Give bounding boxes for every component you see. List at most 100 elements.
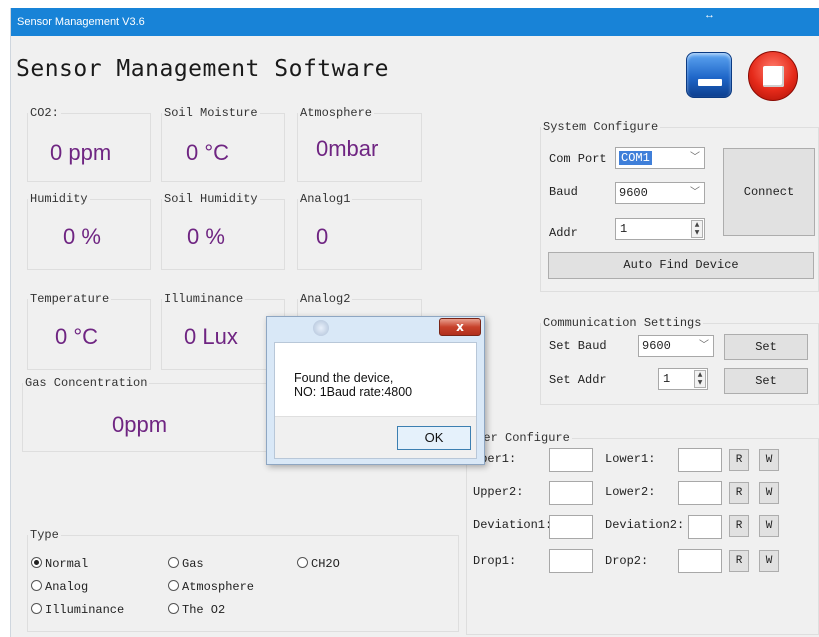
set-addr-button[interactable]: Set <box>724 368 808 394</box>
radio-unchecked-icon <box>31 580 42 591</box>
communication-settings-title: Communication Settings <box>543 316 702 330</box>
read-button-2[interactable]: R <box>729 482 749 504</box>
close-button[interactable] <box>748 51 798 101</box>
auto-find-device-button[interactable]: Auto Find Device <box>548 252 814 279</box>
gas-value: 0ppm <box>112 412 168 437</box>
radio-unchecked-icon <box>297 557 308 568</box>
message-dialog: x Found the device, NO: 1Baud rate:4800 … <box>266 316 485 465</box>
humidity-value: 0 % <box>63 224 101 249</box>
addr-stepper[interactable]: 1 ▲ ▼ <box>615 218 705 240</box>
com-port-label: Com Port <box>549 152 607 166</box>
set-baud-button[interactable]: Set <box>724 334 808 360</box>
dialog-footer: OK <box>275 416 476 458</box>
write-button-1[interactable]: W <box>759 449 779 471</box>
read-button-3[interactable]: R <box>729 515 749 537</box>
illuminance-value: 0 Lux <box>184 324 238 349</box>
system-configure-title: System Configure <box>543 120 659 134</box>
radio-illuminance[interactable]: Illuminance <box>31 603 124 617</box>
deviation2-input[interactable] <box>688 515 722 539</box>
radio-ch2o[interactable]: CH2O <box>297 557 340 571</box>
title-bar: Sensor Management V3.6 ↔ <box>11 8 819 36</box>
atmosphere-label: Atmosphere <box>300 106 373 120</box>
drop1-input[interactable] <box>549 549 593 573</box>
app-title: Sensor Management Software <box>16 56 390 82</box>
radio-unchecked-icon <box>168 580 179 591</box>
dialog-body: Found the device, NO: 1Baud rate:4800 OK <box>274 342 477 459</box>
soil-moisture-label: Soil Moisture <box>164 106 258 120</box>
com-port-value: COM1 <box>619 151 652 165</box>
radio-the-o2-label: The O2 <box>182 603 226 617</box>
com-port-select[interactable]: COM1 ﹀ <box>615 147 705 169</box>
upper2-input[interactable] <box>549 481 593 505</box>
radio-gas[interactable]: Gas <box>168 557 204 571</box>
humidity-label: Humidity <box>30 192 88 206</box>
soil-humidity-value: 0 % <box>187 224 225 249</box>
write-button-3[interactable]: W <box>759 515 779 537</box>
radio-analog[interactable]: Analog <box>31 580 88 594</box>
dialog-message-line1: Found the device, <box>294 371 394 385</box>
baud-value: 9600 <box>619 186 648 200</box>
addr-label: Addr <box>549 226 578 240</box>
radio-atmosphere[interactable]: Atmosphere <box>168 580 254 594</box>
deviation1-label: Deviation1: <box>473 518 553 532</box>
baud-select[interactable]: 9600 ﹀ <box>615 182 705 204</box>
dialog-app-icon <box>313 320 329 336</box>
chevron-down-icon: ﹀ <box>699 340 709 351</box>
radio-ch2o-label: CH2O <box>311 557 340 571</box>
dialog-message-line2: NO: 1Baud rate:4800 <box>294 385 413 399</box>
lower2-label: Lower2: <box>605 485 656 499</box>
read-button-1[interactable]: R <box>729 449 749 471</box>
lower2-input[interactable] <box>678 481 722 505</box>
dialog-message: Found the device, NO: 1Baud rate:4800 <box>294 371 412 399</box>
set-addr-stepper[interactable]: 1 ▲ ▼ <box>658 368 708 390</box>
radio-checked-icon <box>31 557 42 568</box>
radio-normal-label: Normal <box>45 557 89 571</box>
deviation1-input[interactable] <box>549 515 593 539</box>
drop2-label: Drop2: <box>605 554 649 568</box>
drop1-label: Drop1: <box>473 554 517 568</box>
upper2-label: Upper2: <box>473 485 524 499</box>
temperature-value: 0 °C <box>55 324 99 349</box>
upper1-input[interactable] <box>549 448 593 472</box>
radio-gas-label: Gas <box>182 557 204 571</box>
analog1-value: 0 <box>316 224 329 249</box>
set-baud-value: 9600 <box>642 339 671 353</box>
baud-label: Baud <box>549 185 578 199</box>
lower1-input[interactable] <box>678 448 722 472</box>
write-button-2[interactable]: W <box>759 482 779 504</box>
radio-the-o2[interactable]: The O2 <box>168 603 225 617</box>
type-title: Type <box>30 528 59 542</box>
drop2-input[interactable] <box>678 549 722 573</box>
chevron-down-icon: ﹀ <box>690 152 700 163</box>
dialog-close-button[interactable]: x <box>439 318 481 336</box>
co2-value: 0 ppm <box>50 140 112 165</box>
dialog-title-bar: x <box>267 317 484 341</box>
soil-humidity-label: Soil Humidity <box>164 192 258 206</box>
radio-normal[interactable]: Normal <box>31 557 88 571</box>
radio-analog-label: Analog <box>45 580 89 594</box>
addr-value: 1 <box>620 222 628 236</box>
stepper-arrows-icon[interactable]: ▲ ▼ <box>691 220 703 238</box>
set-addr-label: Set Addr <box>549 373 607 387</box>
set-addr-value: 1 <box>663 372 671 386</box>
atmosphere-value: 0mbar <box>316 136 379 161</box>
stop-icon <box>763 66 784 87</box>
ok-button[interactable]: OK <box>397 426 471 450</box>
stepper-arrows-icon[interactable]: ▲ ▼ <box>694 370 706 388</box>
temperature-label: Temperature <box>30 292 110 306</box>
minimize-button[interactable] <box>686 52 732 98</box>
resize-icon: ↔ <box>704 9 715 21</box>
lower1-label: Lower1: <box>605 452 656 466</box>
soil-moisture-value: 0 °C <box>186 140 230 165</box>
chevron-down-icon: ﹀ <box>690 187 700 198</box>
set-baud-select[interactable]: 9600 ﹀ <box>638 335 714 357</box>
radio-illuminance-label: Illuminance <box>45 603 125 617</box>
connect-button[interactable]: Connect <box>723 148 815 236</box>
illuminance-label: Illuminance <box>164 292 244 306</box>
deviation2-label: Deviation2: <box>605 518 685 532</box>
analog1-label: Analog1 <box>300 192 351 206</box>
co2-label: CO2: <box>30 106 59 120</box>
radio-unchecked-icon <box>168 557 179 568</box>
write-button-4[interactable]: W <box>759 550 779 572</box>
read-button-4[interactable]: R <box>729 550 749 572</box>
